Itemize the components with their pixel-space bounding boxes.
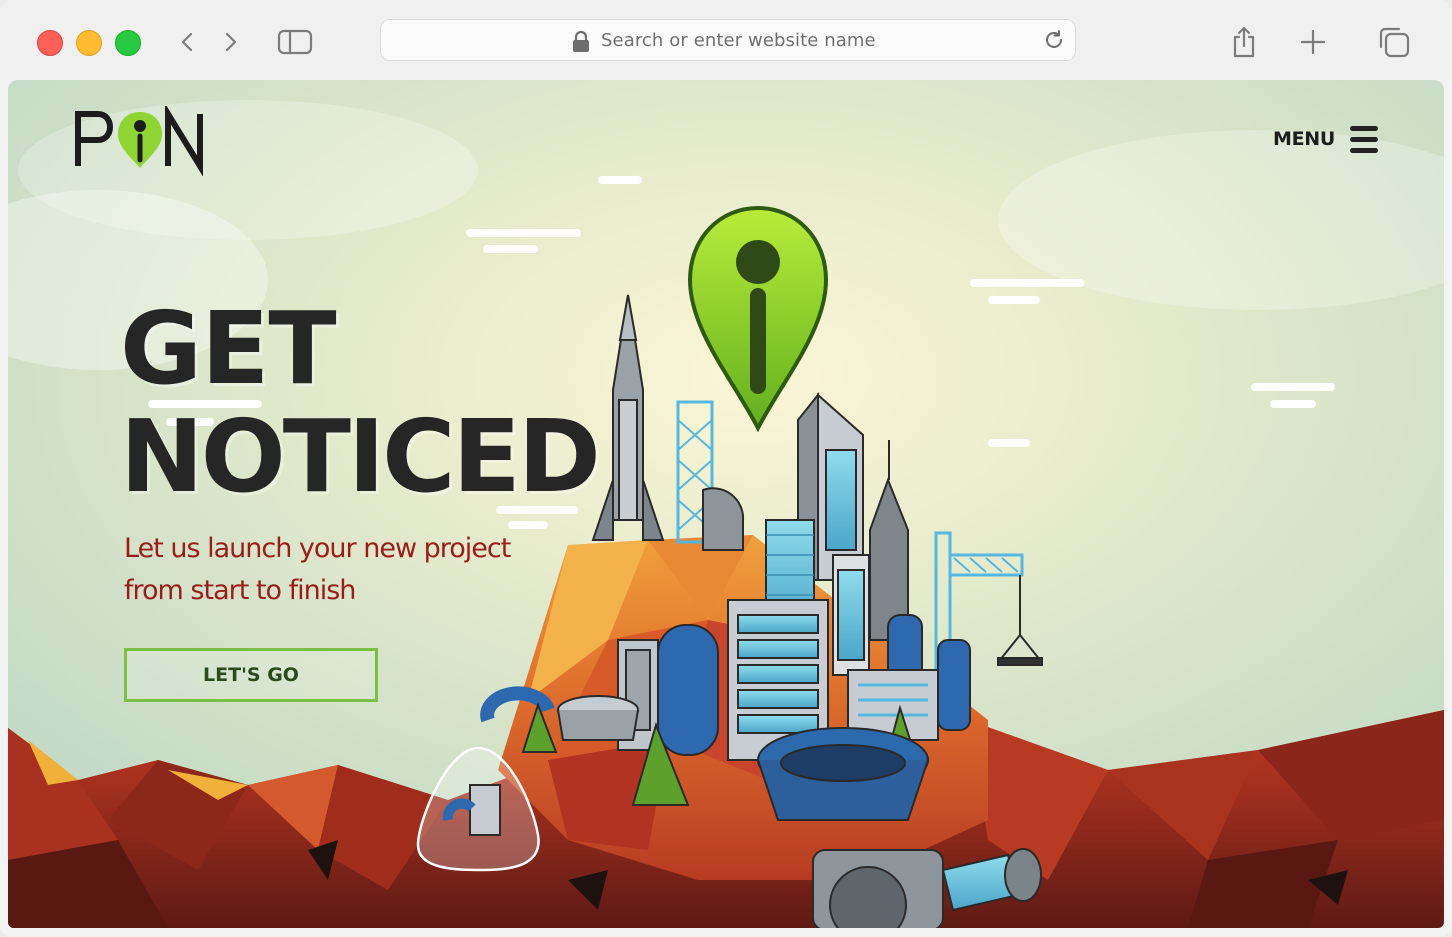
- lock-icon: [573, 30, 589, 52]
- share-icon: [1233, 26, 1255, 58]
- tagline-line-2: from start to finish: [124, 575, 356, 606]
- site-logo[interactable]: [74, 106, 214, 176]
- back-button[interactable]: [168, 22, 208, 62]
- address-placeholder: Search or enter website name: [601, 30, 876, 51]
- browser-toolbar: Search or enter website name: [0, 0, 1452, 80]
- forward-button[interactable]: [210, 22, 250, 62]
- tagline: Let us launch your new project from star…: [124, 528, 544, 612]
- new-tab-button[interactable]: [1293, 22, 1333, 62]
- sidebar-icon: [277, 29, 313, 55]
- sidebar-toggle-button[interactable]: [275, 22, 315, 62]
- menu-label[interactable]: MENU: [1273, 128, 1335, 150]
- tabs-overview-icon: [1379, 27, 1410, 58]
- lets-go-button[interactable]: LET'S GO: [124, 648, 378, 702]
- headline-line-1: GET: [120, 290, 337, 407]
- headline-line-2: NOTICED: [120, 398, 601, 515]
- tagline-line-1: Let us launch your new project: [124, 533, 511, 564]
- reload-icon[interactable]: [1043, 29, 1065, 51]
- address-bar[interactable]: Search or enter website name: [380, 19, 1076, 61]
- chevron-left-icon: [181, 32, 193, 52]
- zoom-window-button[interactable]: [115, 30, 141, 56]
- chevron-right-icon: [225, 32, 237, 52]
- minimize-window-button[interactable]: [76, 30, 102, 56]
- browser-window: Search or enter website name MENU GET NO…: [0, 0, 1452, 937]
- tab-overview-button[interactable]: [1374, 22, 1414, 62]
- web-page: MENU GET NOTICED Let us launch your new …: [8, 80, 1444, 928]
- hamburger-menu-icon[interactable]: [1350, 126, 1378, 154]
- share-button[interactable]: [1224, 22, 1264, 62]
- plus-icon: [1300, 29, 1326, 55]
- close-window-button[interactable]: [37, 30, 63, 56]
